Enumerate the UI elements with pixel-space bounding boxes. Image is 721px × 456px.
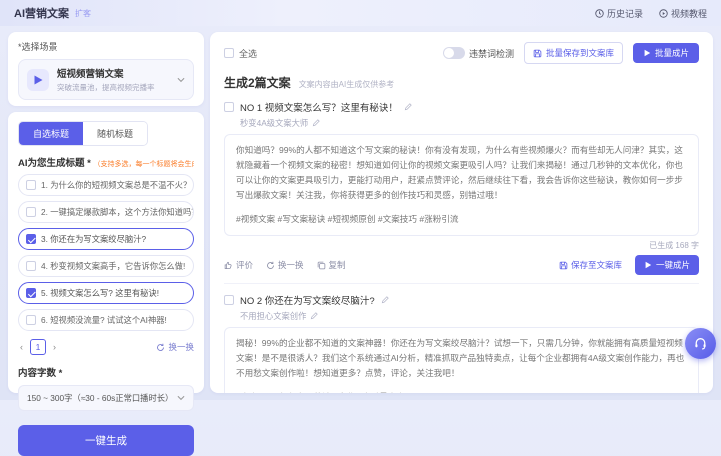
- generate-button[interactable]: 一键生成: [18, 425, 194, 456]
- prev-page-button[interactable]: ‹: [18, 342, 25, 352]
- refresh-icon: [156, 343, 165, 352]
- results-panel: 全选 违禁词检测 批量保存到文案库 批量成片 生成2篇文案 文案内容由AI: [210, 32, 713, 393]
- checkbox-icon[interactable]: [224, 102, 234, 112]
- checkbox-icon[interactable]: [26, 180, 36, 190]
- title-option[interactable]: 1. 为什么你的短视频文案总是不温不火？: [18, 174, 194, 196]
- toggle-off-icon[interactable]: [443, 47, 465, 59]
- edit-icon[interactable]: [381, 296, 389, 304]
- title-option[interactable]: 6. 短视频没流量? 试试这个AI神器!: [18, 309, 194, 331]
- copy-subtitle: 不用担心文案创作: [240, 310, 306, 322]
- copy-card-1: NO 1 视频文案怎么写？这里有秘诀！ 秒变4A级文案大师 你知道吗？99%的人…: [224, 100, 699, 284]
- copy-hashtags: #视频文案 #写文案秘诀 #短视频原创 #文案技巧 #涨粉引流: [236, 212, 687, 227]
- title-control-panel: 自选标题 随机标题 AI为您生成标题 * （支持多选，每一个标题将会生成一篇文案…: [8, 112, 204, 393]
- checkbox-icon[interactable]: [224, 295, 234, 305]
- app-title: AI营销文案: [14, 5, 69, 21]
- select-all-checkbox[interactable]: 全选: [224, 47, 257, 60]
- checkbox-checked-icon[interactable]: [26, 234, 36, 244]
- scene-selected-title: 短视频营销文案: [57, 66, 155, 80]
- result-note: 文案内容由AI生成仅供参考: [299, 79, 395, 90]
- thumbs-up-icon: [224, 261, 233, 270]
- headset-icon: [693, 336, 708, 351]
- history-link[interactable]: 历史记录: [595, 7, 643, 20]
- make-video-button[interactable]: 一键成片: [635, 255, 699, 275]
- results-toolbar: 全选 违禁词检测 批量保存到文案库 批量成片: [224, 42, 699, 64]
- title-option[interactable]: 3. 你还在为写文案绞尽脑汁?: [18, 228, 194, 250]
- copy-title: NO 2 你还在为写文案绞尽脑汁?: [240, 293, 375, 307]
- result-summary: 生成2篇文案 文案内容由AI生成仅供参考: [224, 74, 699, 91]
- copy-body: 揭秘！99%的企业都不知道的文案神器！你还在为写文案绞尽脑汁？试想一下，只需几分…: [224, 327, 699, 393]
- chevron-down-icon: [177, 395, 185, 401]
- word-count-select[interactable]: 150 ~ 300字（≈30 - 60s正常口播时长）: [18, 385, 194, 411]
- copy-card-2: NO 2 你还在为写文案绞尽脑汁? 不用担心文案创作 揭秘！99%的企业都不知道…: [224, 293, 699, 393]
- batch-save-button[interactable]: 批量保存到文案库: [524, 42, 623, 64]
- next-page-button[interactable]: ›: [51, 342, 58, 352]
- banned-word-toggle[interactable]: 违禁词检测: [443, 47, 514, 60]
- edit-icon[interactable]: [310, 312, 318, 320]
- play-icon: [644, 261, 652, 269]
- checkbox-checked-icon[interactable]: [26, 288, 36, 298]
- copy-subtitle: 秒变4A级文案大师: [240, 117, 308, 129]
- save-to-library-button[interactable]: 保存至文案库: [559, 259, 622, 271]
- copy-card-actions: 评价 换一换 复制 保存至文案库: [224, 255, 699, 284]
- app-subtitle: 扩客: [75, 8, 91, 19]
- word-count-label: 内容字数 *: [18, 365, 194, 379]
- refresh-titles-button[interactable]: 换一换: [156, 341, 194, 353]
- copy-hashtags: #文案 #AI #短视频 #营销 #企业 #高质量文案: [236, 390, 687, 393]
- tab-self-select-title[interactable]: 自选标题: [19, 122, 83, 145]
- swap-button[interactable]: 换一换: [266, 259, 304, 271]
- scene-panel: *选择场景 短视频营销文案 突破流量池，提高视频完播率: [8, 32, 204, 106]
- save-icon: [533, 49, 542, 58]
- edit-icon[interactable]: [312, 119, 320, 127]
- checkbox-icon[interactable]: [26, 207, 36, 217]
- save-icon: [559, 261, 568, 270]
- title-mode-tabs: 自选标题 随机标题: [18, 121, 148, 146]
- copy-title: NO 1 视频文案怎么写？这里有秘诀！: [240, 100, 398, 114]
- support-float-button[interactable]: [685, 328, 716, 359]
- scene-label: *选择场景: [18, 40, 194, 53]
- scene-select[interactable]: 短视频营销文案 突破流量池，提高视频完播率: [18, 59, 194, 100]
- play-icon: [643, 49, 651, 57]
- rate-button[interactable]: 评价: [224, 259, 253, 271]
- copy-icon: [317, 261, 326, 270]
- batch-video-button[interactable]: 批量成片: [633, 43, 699, 63]
- edit-icon[interactable]: [404, 103, 412, 111]
- tutorial-link[interactable]: 视频教程: [659, 7, 707, 20]
- checkbox-icon[interactable]: [224, 48, 234, 58]
- checkbox-icon[interactable]: [26, 261, 36, 271]
- tab-random-title[interactable]: 随机标题: [83, 122, 147, 145]
- play-circle-icon: [659, 9, 668, 18]
- checkbox-icon[interactable]: [26, 315, 36, 325]
- page-number[interactable]: 1: [30, 339, 46, 355]
- app-header: AI营销文案 扩客 历史记录 视频教程: [0, 0, 721, 26]
- title-option[interactable]: 5. 视频文案怎么写? 这里有秘诀!: [18, 282, 194, 304]
- play-badge-icon: [27, 69, 49, 91]
- title-option[interactable]: 4. 秒变视频文案高手，它告诉你怎么做!: [18, 255, 194, 277]
- generated-titles-hint: （支持多选，每一个标题将会生成一篇文案）: [93, 161, 194, 168]
- pagination: ‹ 1 › 换一换: [18, 339, 194, 355]
- copy-body: 你知道吗？99%的人都不知道这个写文案的秘诀！你有没有发现，为什么有些视频爆火？…: [224, 134, 699, 236]
- word-count-generated: 已生成 168 字: [224, 240, 699, 251]
- title-option[interactable]: 2. 一键搞定爆款脚本，这个方法你知道吗？: [18, 201, 194, 223]
- copy-button[interactable]: 复制: [317, 259, 346, 271]
- scene-selected-desc: 突破流量池，提高视频完播率: [57, 82, 155, 93]
- clock-icon: [595, 9, 604, 18]
- chevron-down-icon: [177, 77, 185, 83]
- refresh-icon: [266, 261, 275, 270]
- generated-titles-label: AI为您生成标题 * （支持多选，每一个标题将会生成一篇文案）: [18, 155, 194, 169]
